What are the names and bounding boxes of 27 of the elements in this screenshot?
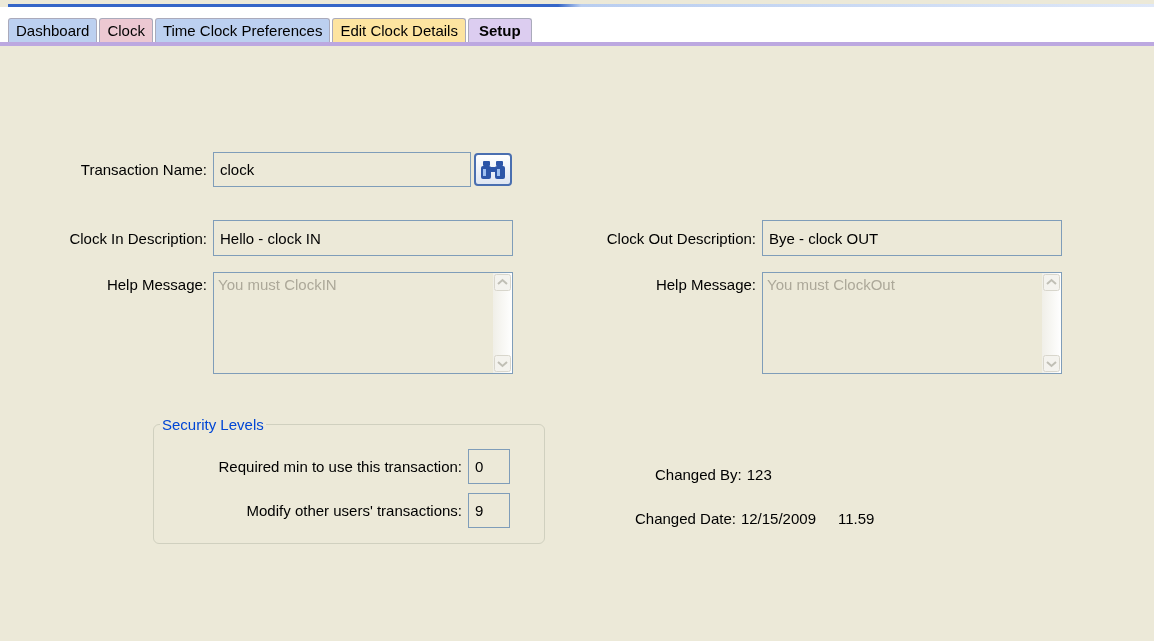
help-message-text: You must ClockOut — [766, 275, 896, 295]
search-button[interactable] — [474, 153, 512, 186]
description-field[interactable]: Hello - clock IN — [213, 220, 513, 256]
transaction-name-field[interactable]: clock — [213, 152, 471, 187]
field-label: Clock In Description: — [68, 229, 208, 247]
changed-by-label: Changed By: — [655, 465, 742, 483]
group-title: Security Levels — [161, 416, 265, 433]
tab[interactable]: Setup — [467, 18, 532, 42]
changed-time-value: 11.59 — [838, 509, 875, 527]
changed-date-label: Changed Date: — [635, 509, 736, 527]
tab[interactable]: Time Clock Preferences — [154, 18, 331, 42]
level-field[interactable]: 0 — [468, 449, 510, 484]
tab[interactable]: Clock — [99, 18, 153, 42]
field-label: Modify other users' transactions: — [245, 502, 463, 519]
tab[interactable]: Dashboard — [8, 18, 98, 42]
tab[interactable]: Edit Clock Details — [332, 18, 466, 42]
field-label: Help Message: — [654, 275, 757, 293]
changed-by-value: 123 — [746, 465, 772, 483]
help-message-text: You must ClockIN — [217, 275, 338, 295]
description-field[interactable]: Bye - clock OUT — [762, 220, 1062, 256]
level-field[interactable]: 9 — [468, 493, 510, 528]
field-label: Required min to use this transaction: — [217, 458, 463, 475]
field-label: Transaction Name: — [79, 161, 208, 178]
binoculars-icon — [480, 159, 506, 180]
changed-date-value: 12/15/2009 — [740, 509, 816, 527]
field-label: Help Message: — [105, 275, 208, 293]
field-label: Clock Out Description: — [605, 229, 757, 247]
